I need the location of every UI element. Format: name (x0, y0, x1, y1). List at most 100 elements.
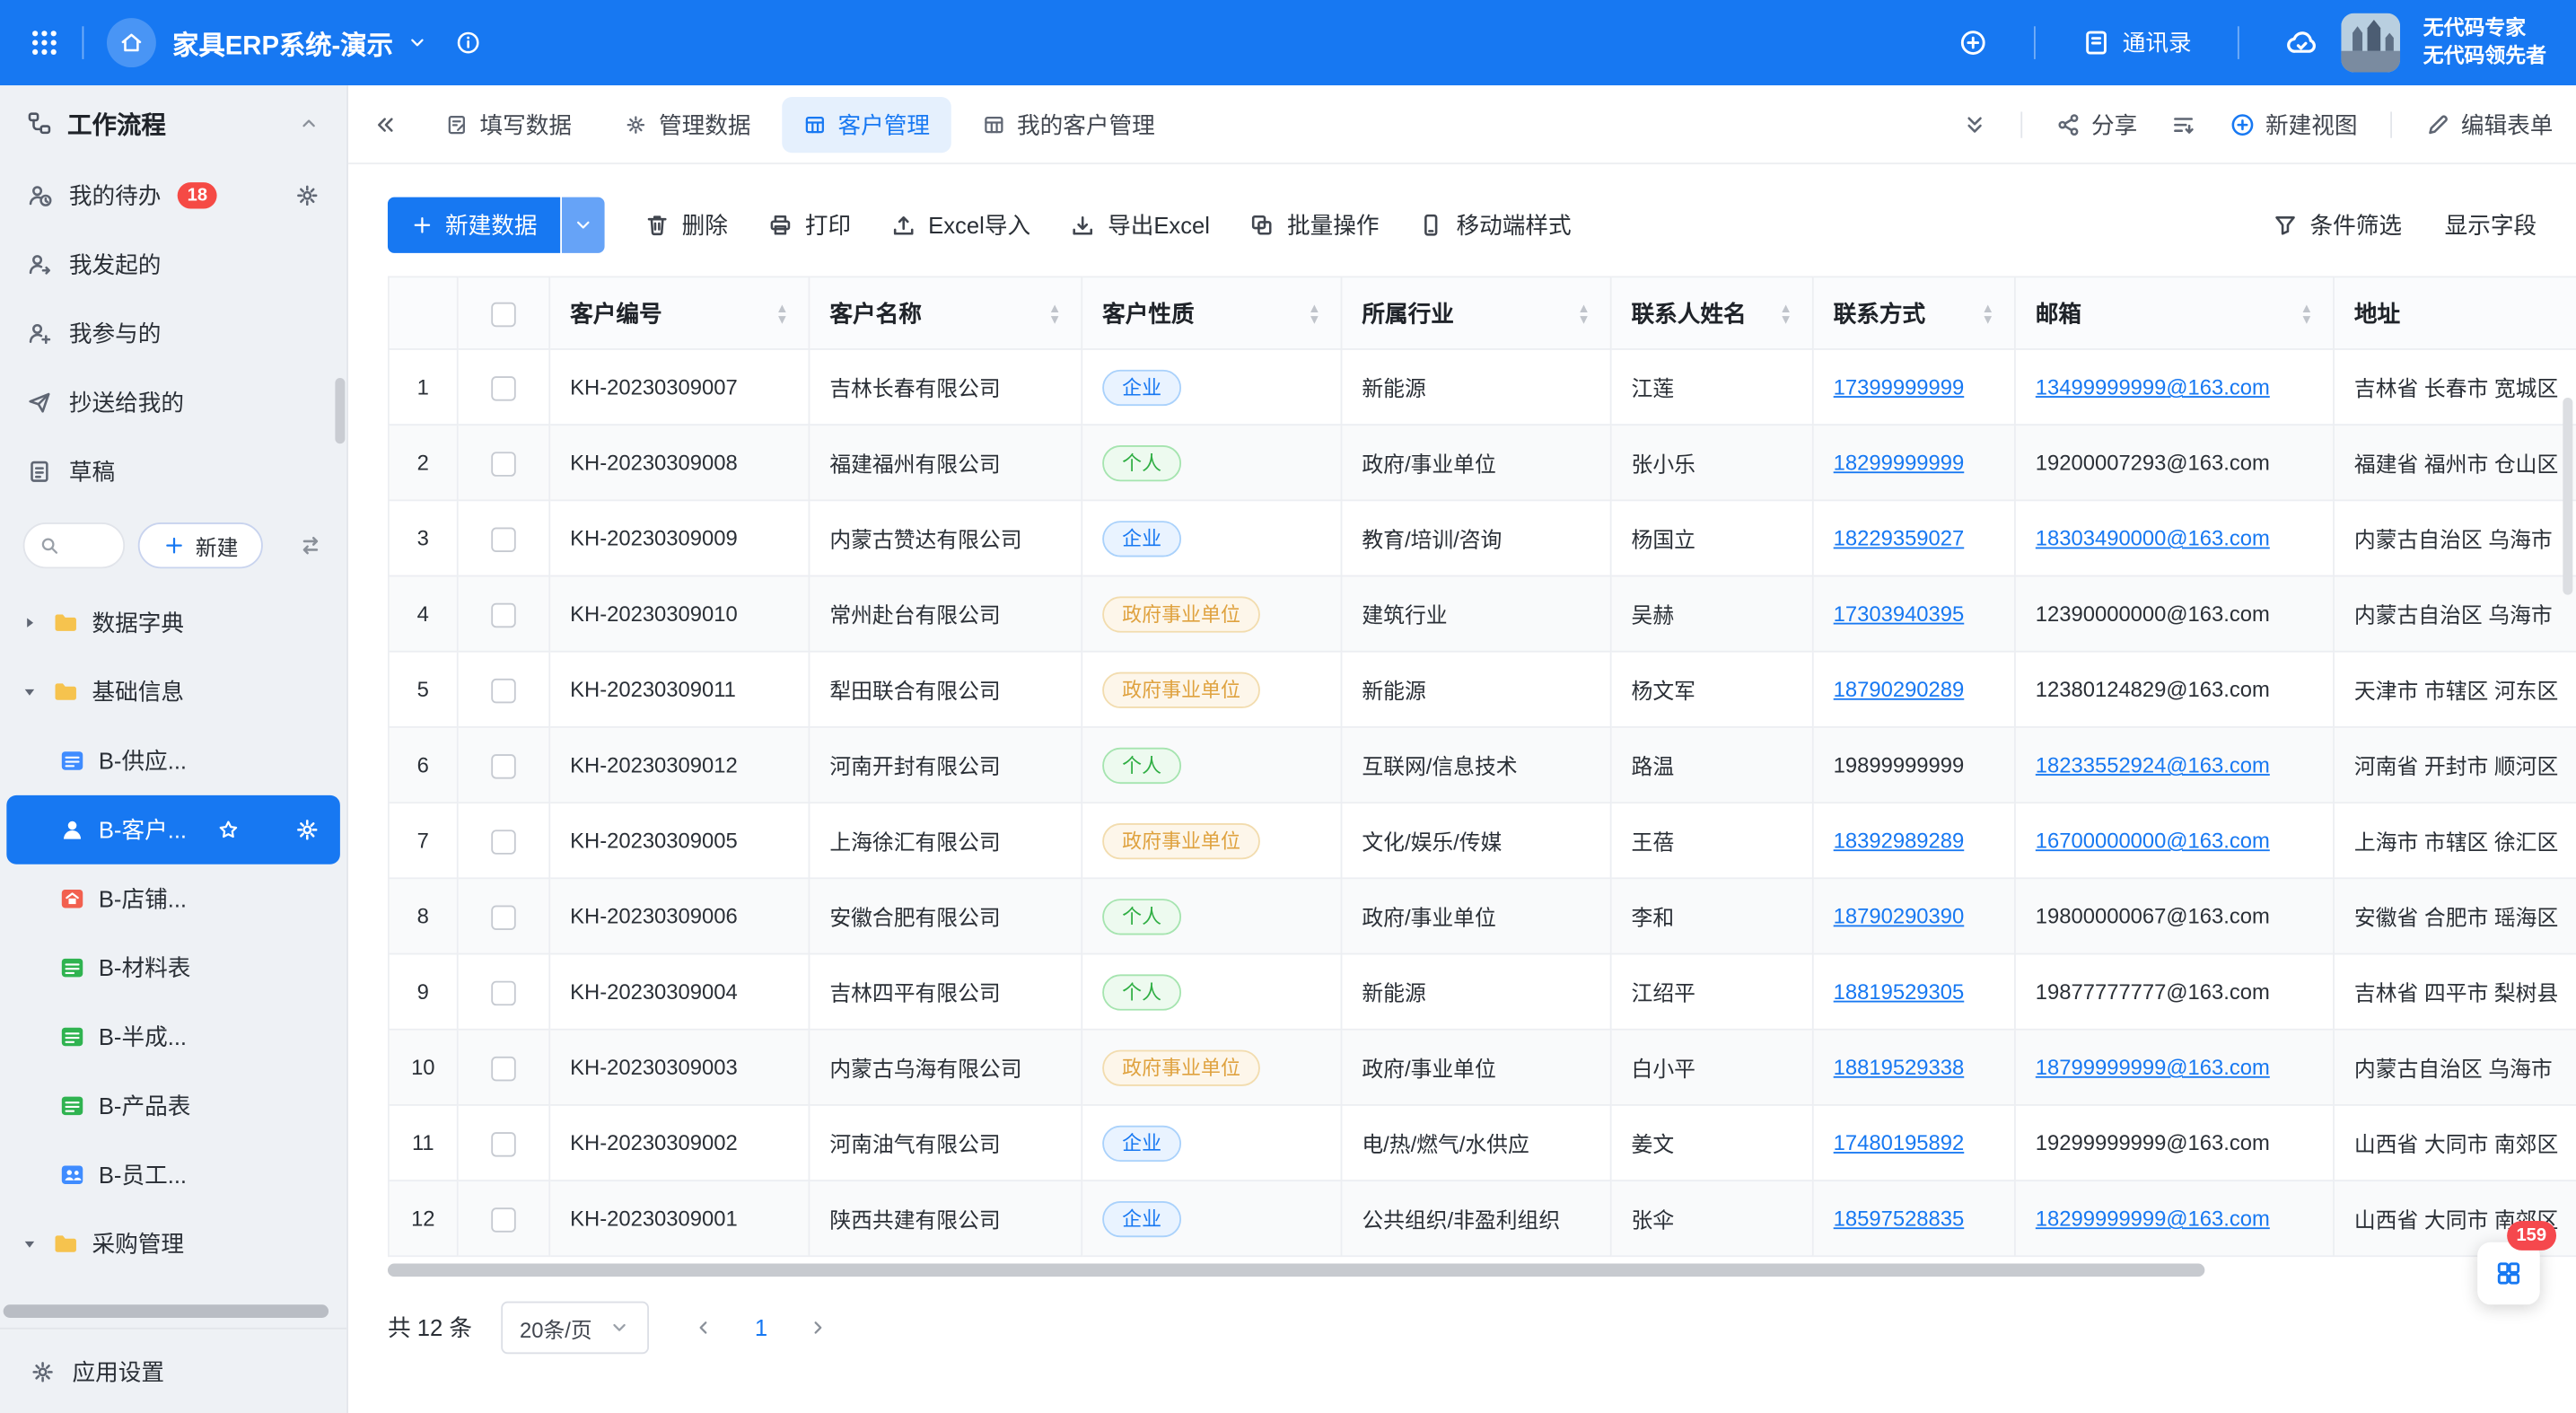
row-checkbox[interactable] (491, 375, 515, 399)
sort-arrows[interactable]: ▲▼ (1982, 302, 1994, 325)
table-row[interactable]: 12KH-20230309001陕西共建有限公司企业公共组织/非盈利组织张伞18… (389, 1180, 2576, 1256)
app-settings-button[interactable]: 应用设置 (0, 1328, 346, 1413)
sort-arrows[interactable]: ▲▼ (1308, 302, 1320, 325)
tree-folder-基础信息[interactable]: 基础信息 (0, 657, 346, 726)
view-config-icon[interactable] (2170, 111, 2196, 137)
phone-link[interactable]: 18819529305 (1834, 979, 1965, 1004)
tree-folder-数据字典[interactable]: 数据字典 (0, 588, 346, 657)
new-data-button[interactable]: 新建数据 (388, 197, 560, 253)
sidebar-item-我发起的[interactable]: 我发起的 (0, 230, 346, 299)
new-data-dropdown[interactable] (562, 197, 605, 253)
打印-button[interactable]: 打印 (767, 208, 851, 241)
table-vertical-scrollbar[interactable] (2563, 398, 2572, 595)
cell-checkbox[interactable] (458, 1180, 549, 1256)
email-link[interactable]: 18303490000@163.com (2036, 526, 2270, 550)
cell-checkbox[interactable] (458, 727, 549, 803)
new-view-button[interactable]: 新建视图 (2230, 108, 2358, 141)
table-row[interactable]: 3KH-20230309009内蒙古赞达有限公司企业教育/培训/咨询杨国立182… (389, 500, 2576, 575)
double-chevron-down-icon[interactable] (1961, 111, 1987, 137)
tree-item-B-客户...[interactable]: B-客户... (6, 795, 340, 864)
home-button[interactable] (107, 18, 156, 67)
cell-checkbox[interactable] (458, 500, 549, 575)
sort-arrows[interactable]: ▲▼ (2300, 302, 2313, 325)
cell-checkbox[interactable] (458, 652, 549, 727)
filter-button[interactable]: 条件筛选 (2272, 208, 2402, 241)
tab-manage-data[interactable]: 管理数据 (603, 96, 773, 152)
share-button[interactable]: 分享 (2055, 108, 2138, 141)
sidebar-horizontal-scrollbar[interactable] (4, 1304, 329, 1318)
sort-arrows[interactable]: ▲▼ (1048, 302, 1061, 325)
导出Excel-button[interactable]: 导出Excel (1070, 208, 1210, 241)
column-header-所属行业[interactable]: 所属行业▲▼ (1341, 276, 1610, 349)
page-number[interactable]: 1 (755, 1314, 767, 1340)
tree-item-B-半成...[interactable]: B-半成... (0, 1003, 346, 1072)
email-link[interactable]: 16700000000@163.com (2036, 828, 2270, 852)
select-all-header[interactable] (458, 276, 549, 349)
email-link[interactable]: 18299999999@163.com (2036, 1206, 2270, 1230)
tree-item-B-员工...[interactable]: B-员工... (0, 1140, 346, 1209)
column-header-联系方式[interactable]: 联系方式▲▼ (1813, 276, 2015, 349)
table-row[interactable]: 9KH-20230309004吉林四平有限公司个人新能源江绍平188195293… (389, 954, 2576, 1030)
avatar[interactable] (2341, 13, 2400, 73)
row-checkbox[interactable] (491, 829, 515, 853)
cell-checkbox[interactable] (458, 878, 549, 953)
row-checkbox[interactable] (491, 527, 515, 551)
删除-button[interactable]: 删除 (644, 208, 727, 241)
table-row[interactable]: 10KH-20230309003内蒙古乌海有限公司政府事业单位政府/事业单位白小… (389, 1030, 2576, 1105)
Excel导入-button[interactable]: Excel导入 (890, 208, 1030, 241)
email-link[interactable]: 18799999999@163.com (2036, 1055, 2270, 1079)
sort-arrows[interactable]: ▲▼ (1577, 302, 1590, 325)
cell-checkbox[interactable] (458, 349, 549, 425)
phone-link[interactable]: 17303940395 (1834, 601, 1965, 626)
tree-item-B-产品表[interactable]: B-产品表 (0, 1071, 346, 1140)
table-row[interactable]: 8KH-20230309006安徽合肥有限公司个人政府/事业单位李和187902… (389, 878, 2576, 953)
contacts-button[interactable]: 通讯录 (2081, 26, 2192, 59)
prev-page-icon[interactable] (692, 1316, 715, 1339)
tree-item-B-店铺...[interactable]: B-店铺... (0, 864, 346, 934)
sort-toggle-icon[interactable] (297, 532, 323, 558)
column-header-联系人姓名[interactable]: 联系人姓名▲▼ (1611, 276, 1813, 349)
caret-down-icon[interactable] (20, 1234, 39, 1254)
table-row[interactable]: 4KH-20230309010常州赴台有限公司政府事业单位建筑行业吴赫17303… (389, 576, 2576, 652)
row-checkbox[interactable] (491, 1131, 515, 1155)
column-header-客户名称[interactable]: 客户名称▲▼ (809, 276, 1082, 349)
new-form-button[interactable]: 新建 (138, 522, 263, 568)
new-data-split-button[interactable]: 新建数据 (388, 197, 605, 253)
批量操作-button[interactable]: 批量操作 (1249, 208, 1380, 241)
caret-down-icon[interactable] (20, 682, 39, 702)
scrollbar-thumb[interactable] (388, 1264, 2204, 1277)
table-row[interactable]: 7KH-20230309005上海徐汇有限公司政府事业单位文化/娱乐/传媒王蓓1… (389, 803, 2576, 878)
sort-arrows[interactable]: ▲▼ (775, 302, 788, 325)
phone-link[interactable]: 17399999999 (1834, 374, 1965, 399)
info-icon[interactable] (455, 30, 481, 56)
phone-link[interactable]: 18819529338 (1834, 1055, 1965, 1079)
cloud-sync-icon[interactable] (2285, 26, 2318, 59)
row-checkbox[interactable] (491, 678, 515, 702)
cell-checkbox[interactable] (458, 425, 549, 500)
移动端样式-button[interactable]: 移动端样式 (1418, 208, 1571, 241)
cell-checkbox[interactable] (458, 576, 549, 652)
table-row[interactable]: 6KH-20230309012河南开封有限公司个人互联网/信息技术路温19899… (389, 727, 2576, 803)
display-fields-button[interactable]: 显示字段 (2445, 208, 2537, 241)
sort-arrows[interactable]: ▲▼ (1779, 302, 1792, 325)
sidebar-item-我的待办[interactable]: 我的待办18 (0, 161, 346, 230)
column-header-客户性质[interactable]: 客户性质▲▼ (1082, 276, 1341, 349)
add-icon[interactable] (1958, 28, 1988, 57)
phone-link[interactable]: 18790290289 (1834, 677, 1965, 701)
edit-form-button[interactable]: 编辑表单 (2425, 108, 2554, 141)
caret-right-icon[interactable] (20, 613, 39, 633)
gear-icon[interactable] (294, 182, 320, 208)
chevron-up-icon[interactable] (297, 111, 320, 135)
row-checkbox[interactable] (491, 753, 515, 777)
gear-icon[interactable] (294, 817, 320, 843)
table-row[interactable]: 11KH-20230309002河南油气有限公司企业电/热/燃气/水供应姜文17… (389, 1105, 2576, 1180)
sidebar-search-input[interactable] (23, 522, 125, 568)
phone-link[interactable]: 18299999999 (1834, 451, 1965, 475)
sidebar-item-草稿[interactable]: 草稿 (0, 437, 346, 506)
tab-customer-management[interactable]: 客户管理 (782, 96, 951, 152)
column-header-地址[interactable]: 地址▲▼ (2334, 276, 2576, 349)
collapse-sidebar-icon[interactable] (372, 111, 398, 137)
row-checkbox[interactable] (491, 602, 515, 627)
tree-item-B-材料表[interactable]: B-材料表 (0, 934, 346, 1003)
next-page-icon[interactable] (807, 1316, 830, 1339)
